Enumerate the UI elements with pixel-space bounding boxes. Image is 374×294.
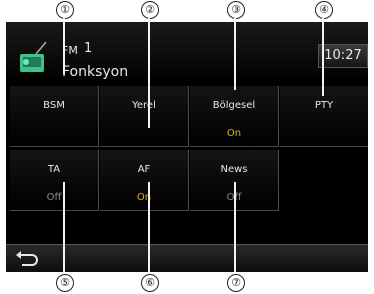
footer-bar — [6, 244, 368, 272]
leader-5 — [63, 182, 65, 272]
header-bar: FM 1 Fonksyon 10:27 — [6, 22, 368, 84]
yerel-key[interactable]: Yerel — [100, 86, 189, 147]
bolgesel-key[interactable]: Bölgesel On — [190, 86, 279, 147]
af-label: AF — [137, 164, 151, 175]
back-arrow-icon[interactable] — [14, 249, 40, 269]
callout-6: ⑥ — [141, 274, 159, 292]
clock: 10:27 — [318, 44, 368, 68]
callout-2: ② — [141, 1, 159, 19]
news-label: News — [220, 164, 248, 175]
pty-label: PTY — [314, 100, 334, 111]
ta-key[interactable]: TA Off — [10, 150, 99, 211]
callout-1: ① — [56, 1, 74, 19]
leader-1 — [63, 18, 65, 74]
callout-7: ⑦ — [227, 274, 245, 292]
bsm-key[interactable]: BSM — [10, 86, 99, 147]
preset-number: 1 — [84, 41, 93, 56]
callout-5: ⑤ — [56, 274, 74, 292]
callout-3: ③ — [227, 1, 245, 19]
af-key[interactable]: AF On — [100, 150, 189, 211]
bolgesel-label: Bölgesel — [212, 100, 256, 111]
ta-state: Off — [46, 192, 62, 203]
af-state: On — [136, 192, 152, 203]
leader-6 — [148, 182, 150, 272]
radio-function-screen: FM 1 Fonksyon 10:27 BSM Yerel Bölgesel O… — [6, 22, 368, 272]
mode-title: Fonksyon — [62, 64, 129, 80]
bsm-label: BSM — [43, 100, 65, 111]
ta-label: TA — [47, 164, 61, 175]
fm-radio-icon — [20, 41, 47, 72]
leader-4 — [322, 18, 324, 96]
leader-2 — [148, 18, 150, 128]
leader-3 — [234, 18, 236, 90]
yerel-label: Yerel — [132, 100, 156, 111]
bolgesel-state: On — [226, 128, 242, 139]
leader-7 — [234, 182, 236, 272]
callout-4: ④ — [315, 1, 333, 19]
pty-key[interactable]: PTY — [280, 86, 368, 147]
